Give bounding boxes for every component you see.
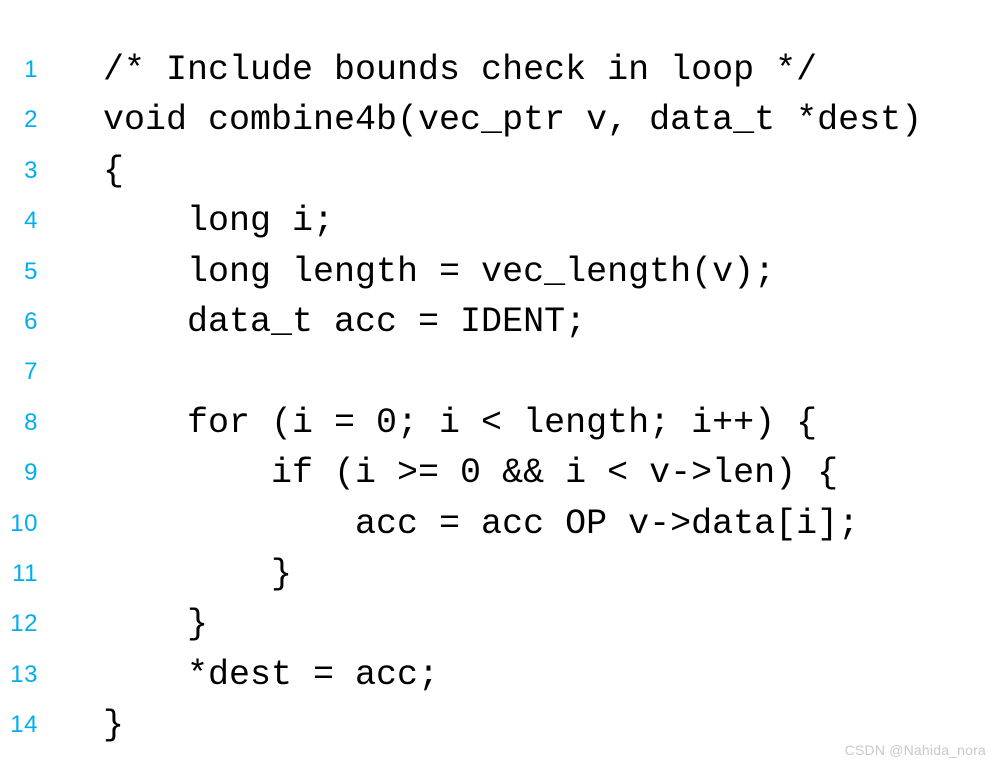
line-number: 14 xyxy=(10,711,38,739)
line-code: } xyxy=(103,705,125,746)
line-code: long i; xyxy=(103,201,335,242)
code-line: 7 xyxy=(0,347,1000,397)
line-number: 5 xyxy=(24,257,38,285)
line-code: *dest = acc; xyxy=(103,654,440,695)
line-number: 10 xyxy=(10,509,38,537)
code-line: 4 long i; xyxy=(0,196,1000,246)
line-number: 6 xyxy=(24,308,38,335)
line-number: 8 xyxy=(24,408,38,436)
line-code: } xyxy=(103,554,293,594)
code-listing: 1 /* Include bounds check in loop */ 2 void… xyxy=(0,0,1000,766)
line-number: 1 xyxy=(24,56,38,83)
line-code: long length = vec_length(v); xyxy=(103,251,776,292)
line-number: 11 xyxy=(12,560,38,587)
code-line: 1 /* Include bounds check in loop */ xyxy=(0,45,1000,95)
line-code: if (i >= 0 && i < v->len) { xyxy=(103,453,839,494)
line-number: 13 xyxy=(10,660,38,688)
line-code: data_t acc = IDENT; xyxy=(103,302,587,342)
code-line: 13 *dest = acc; xyxy=(0,650,1000,700)
code-line: 11 } xyxy=(0,549,1000,599)
line-number: 7 xyxy=(24,358,38,386)
line-code: void combine4b(vec_ptr v, data_t *dest) xyxy=(103,100,923,141)
line-number: 9 xyxy=(24,459,38,487)
watermark: CSDN @Nahida_nora xyxy=(844,742,986,758)
line-code: for (i = 0; i < length; i++) { xyxy=(103,402,818,443)
line-number: 4 xyxy=(24,207,38,235)
code-line: 6 data_t acc = IDENT; xyxy=(0,297,1000,347)
line-code: } xyxy=(103,604,209,645)
code-line: 12 } xyxy=(0,599,1000,649)
line-code: acc = acc OP v->data[i]; xyxy=(103,503,860,544)
code-line: 3{ xyxy=(0,146,1000,196)
code-line: 10 acc = acc OP v->data[i]; xyxy=(0,499,1000,549)
line-number: 12 xyxy=(10,610,38,638)
code-line: 2 void combine4b(vec_ptr v, data_t *dest) xyxy=(0,95,1000,145)
line-code: { xyxy=(103,150,125,191)
line-number: 3 xyxy=(24,156,38,184)
code-line: 8 for (i = 0; i < length; i++) { xyxy=(0,398,1000,448)
code-line: 9 if (i >= 0 && i < v->len) { xyxy=(0,448,1000,498)
code-line: 5 long length = vec_length(v); xyxy=(0,247,1000,297)
line-code: /* Include bounds check in loop */ xyxy=(103,50,818,90)
line-number: 2 xyxy=(24,106,38,134)
